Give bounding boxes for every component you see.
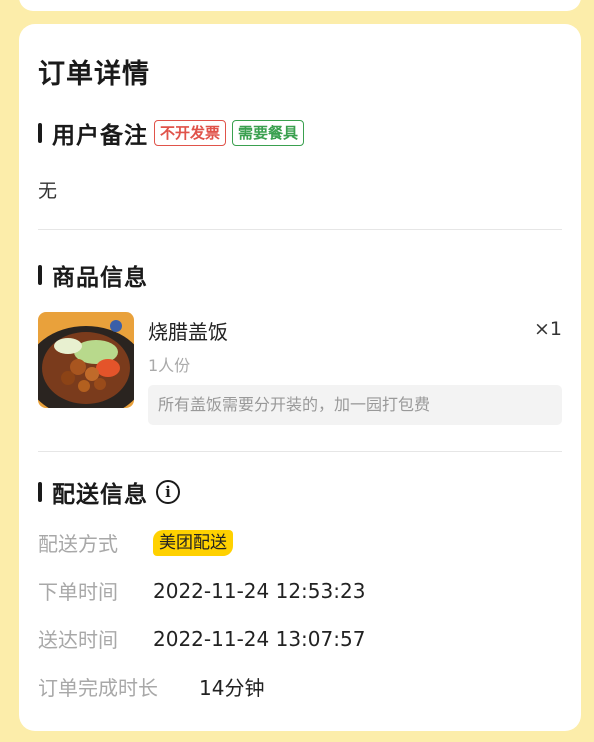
remark-section-title: 用户备注 <box>52 123 148 149</box>
order-time-label: 下单时间 <box>38 580 118 604</box>
order-time-row: 下单时间 2022-11-24 12:53:23 <box>38 576 365 605</box>
order-time-value: 2022-11-24 12:53:23 <box>153 578 366 603</box>
food-quantity: ×1 <box>533 318 562 340</box>
section-bar <box>38 265 42 285</box>
product-section-title: 商品信息 <box>52 265 148 291</box>
remark-text: 无 <box>38 180 58 202</box>
food-spec: 1人份 <box>148 356 191 375</box>
delivery-method-label: 配送方式 <box>38 532 118 556</box>
order-detail-card: 订单详情 用户备注 不开发票 需要餐具 无 商品信息 烧腊盖饭 ×1 1人份 所… <box>19 24 581 731</box>
need-tableware-tag: 需要餐具 <box>232 120 305 146</box>
delivered-time-label: 送达时间 <box>38 628 118 652</box>
completion-duration-label: 订单完成时长 <box>38 676 158 700</box>
product-section-header: 商品信息 <box>38 258 148 292</box>
delivery-method-badge: 美团配送 <box>153 529 233 556</box>
food-name: 烧腊盖饭 <box>148 320 228 344</box>
remark-section-header: 用户备注 不开发票 需要餐具 <box>38 116 305 150</box>
divider <box>38 229 562 230</box>
delivered-time-value: 2022-11-24 13:07:57 <box>153 626 366 651</box>
page-title: 订单详情 <box>38 59 150 90</box>
delivery-method-row: 配送方式 美团配送 <box>38 528 233 557</box>
no-invoice-tag: 不开发票 <box>154 120 227 146</box>
food-image[interactable] <box>38 312 134 408</box>
completion-duration-row: 订单完成时长 14分钟 <box>38 672 264 701</box>
delivery-section-header: 配送信息 i <box>38 475 180 509</box>
food-remark: 所有盖饭需要分开装的，加一园打包费 <box>148 385 562 425</box>
divider <box>38 451 562 452</box>
section-bar <box>38 123 42 143</box>
section-bar <box>38 482 42 502</box>
previous-card <box>19 0 581 11</box>
info-circle-icon[interactable]: i <box>156 480 180 504</box>
delivered-time-row: 送达时间 2022-11-24 13:07:57 <box>38 624 365 653</box>
delivery-section-title: 配送信息 <box>52 482 148 508</box>
completion-duration-value: 14分钟 <box>199 676 265 700</box>
